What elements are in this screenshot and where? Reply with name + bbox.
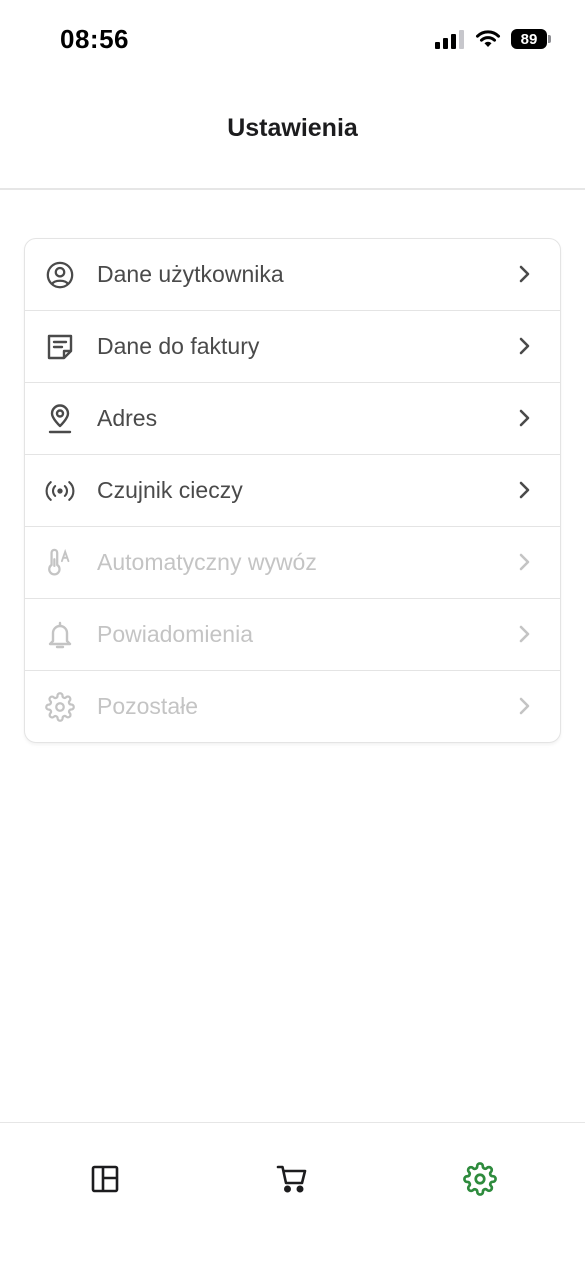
thermometer-auto-icon <box>45 548 75 578</box>
menu-item-label: Automatyczny wywóz <box>97 549 317 575</box>
menu-item-notifications[interactable]: Powiadomienia <box>25 599 560 671</box>
menu-item-automatic-pickup[interactable]: Automatyczny wywóz <box>25 527 560 599</box>
sensor-broadcast-icon <box>45 476 75 506</box>
menu-item-label: Pozostałe <box>97 693 199 719</box>
menu-item-label: Czujnik cieczy <box>97 477 243 503</box>
menu-item-label: Powiadomienia <box>97 621 253 647</box>
menu-item-label: Adres <box>97 405 158 431</box>
sticky-note-icon <box>45 332 75 362</box>
menu-item-liquid-sensor[interactable]: Czujnik cieczy <box>25 455 560 527</box>
dashboard-icon <box>91 1165 119 1193</box>
bell-icon <box>45 620 75 650</box>
status-bar: 08:56 89 <box>0 0 585 80</box>
chevron-right-icon <box>519 265 530 283</box>
page-title: Ustawienia <box>227 114 358 142</box>
header: Ustawienia <box>0 80 585 190</box>
menu-item-label: Dane do faktury <box>97 333 260 359</box>
chevron-right-icon <box>519 409 530 427</box>
tab-dashboard[interactable] <box>85 1159 125 1199</box>
battery-indicator: 89 <box>511 29 551 49</box>
chevron-right-icon <box>519 553 530 571</box>
tab-settings[interactable] <box>460 1159 500 1199</box>
menu-item-user-data[interactable]: Dane użytkownika <box>25 239 560 311</box>
gear-icon <box>45 691 75 722</box>
tab-cart[interactable] <box>272 1159 312 1199</box>
chevron-right-icon <box>519 337 530 355</box>
chevron-right-icon <box>519 697 530 715</box>
tab-bar <box>0 1122 585 1267</box>
cellular-signal-icon <box>435 30 464 49</box>
menu-item-other[interactable]: Pozostałe <box>25 671 560 742</box>
status-time: 08:56 <box>60 24 129 54</box>
menu-item-label: Dane użytkownika <box>97 261 284 287</box>
account-circle-icon <box>45 260 75 290</box>
menu-item-address[interactable]: Adres <box>25 383 560 455</box>
chevron-right-icon <box>519 481 530 499</box>
location-pin-icon <box>45 403 75 434</box>
status-icons: 89 <box>435 28 551 50</box>
wifi-icon <box>476 30 500 47</box>
cart-icon <box>276 1165 307 1193</box>
settings-gear-icon <box>463 1162 497 1196</box>
settings-menu: Dane użytkownika Dane do faktury Adres C… <box>24 238 561 743</box>
chevron-right-icon <box>519 625 530 643</box>
menu-item-invoice-data[interactable]: Dane do faktury <box>25 311 560 383</box>
